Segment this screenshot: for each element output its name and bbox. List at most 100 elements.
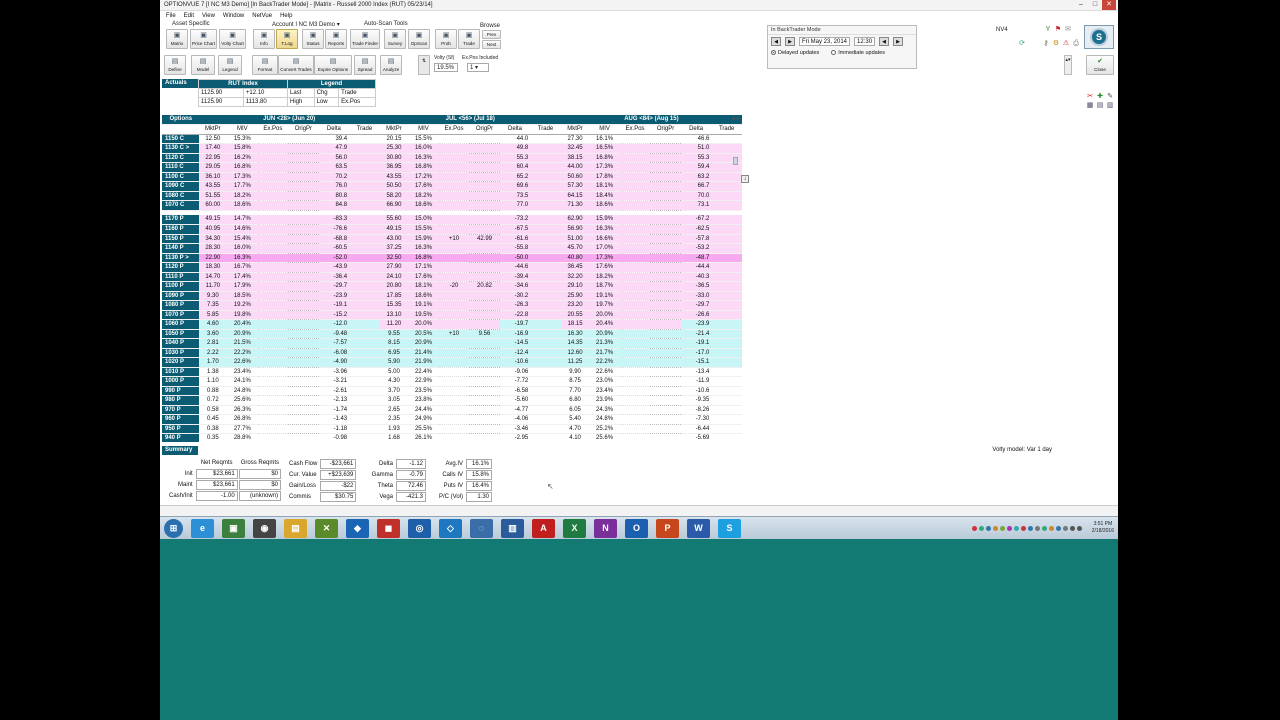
cell-trade[interactable] xyxy=(711,386,742,396)
info-button[interactable]: ▣ Info xyxy=(253,29,275,49)
cell-trade[interactable] xyxy=(530,172,561,182)
cell-trade[interactable] xyxy=(349,162,380,173)
table-row[interactable]: 970 P 0.58 26.3% -1.74 2.65 24.4% -4.77 6.05 24.… xyxy=(162,405,742,415)
expos-select[interactable]: 1 ▾ xyxy=(467,63,489,72)
strike-label[interactable]: 950 P xyxy=(162,424,199,434)
strike-label[interactable]: 1150 C xyxy=(162,134,199,144)
table-row[interactable]: 1110 P 14.70 17.4% -36.4 24.10 17.6% -39.4 32.2… xyxy=(162,272,742,282)
cell-trade[interactable] xyxy=(711,348,742,358)
tool-icon[interactable]: ▥ xyxy=(1106,102,1114,110)
cell-trade[interactable] xyxy=(530,143,561,154)
strike-label[interactable]: 1010 P xyxy=(162,367,199,377)
cell-trade[interactable] xyxy=(349,300,380,311)
strike-label[interactable]: 1020 P xyxy=(162,357,199,368)
cell-trade[interactable] xyxy=(711,376,742,387)
cell-trade[interactable] xyxy=(349,329,380,339)
alert-icon[interactable]: ⚠ xyxy=(1062,40,1070,48)
account-selector[interactable]: Account I NC M3 Demo ▾ xyxy=(272,21,340,28)
tray-icon[interactable] xyxy=(1048,525,1054,531)
status-button[interactable]: ▣ Status xyxy=(302,29,324,49)
strike-label[interactable]: 1070 C xyxy=(162,200,199,211)
tray-icon[interactable] xyxy=(1020,525,1026,531)
cell-trade[interactable] xyxy=(349,376,380,387)
cell-trade[interactable] xyxy=(530,367,561,377)
tray-icon[interactable] xyxy=(1013,525,1019,531)
next-button[interactable]: Next xyxy=(482,40,501,49)
cell-trade[interactable] xyxy=(349,243,380,254)
cell-trade[interactable] xyxy=(711,310,742,320)
tray-icon[interactable] xyxy=(992,525,998,531)
table-row[interactable]: 1070 P 5.85 19.8% -15.2 13.10 19.5% -22.8 20.55… xyxy=(162,310,742,320)
tray-icon[interactable] xyxy=(1062,525,1068,531)
cell-trade[interactable] xyxy=(349,348,380,358)
cell-trade[interactable] xyxy=(349,172,380,182)
cell-trade[interactable] xyxy=(530,338,561,349)
onenote-icon[interactable]: N xyxy=(594,518,617,538)
menu-view[interactable]: View xyxy=(202,13,215,19)
options-tab[interactable]: Options xyxy=(162,115,199,125)
menu-netvue[interactable]: NetVue xyxy=(252,13,272,19)
table-row[interactable]: 1100 C 36.10 17.3% 70.2 43.55 17.2% 65.2 50.60 1… xyxy=(162,172,742,182)
cell-trade[interactable] xyxy=(530,272,561,282)
table-row[interactable]: 1100 P 11.70 17.9% -29.7 20.80 18.1% -20 20.82-… xyxy=(162,281,742,292)
tray-icon[interactable] xyxy=(971,525,977,531)
app-icon[interactable]: ◼ xyxy=(377,518,400,538)
cell-trade[interactable] xyxy=(349,143,380,154)
cell-trade[interactable] xyxy=(711,143,742,154)
table-row[interactable]: 980 P 0.72 25.6% -2.13 3.05 23.8% -5.60 6.80 23.… xyxy=(162,395,742,406)
cell-trade[interactable] xyxy=(349,319,380,330)
volty-chart-button[interactable]: ▣ Volty Chart xyxy=(219,29,246,49)
strike-label[interactable]: 1100 C xyxy=(162,172,199,182)
cell-trade[interactable] xyxy=(711,395,742,406)
table-row[interactable]: 1020 P 1.70 22.6% -4.90 5.90 21.9% -10.6 11.25 2… xyxy=(162,357,742,368)
strike-label[interactable]: 1110 P xyxy=(162,272,199,282)
app-icon[interactable]: ✕ xyxy=(315,518,338,538)
scrollbar-thumb[interactable] xyxy=(733,157,738,165)
cell-trade[interactable] xyxy=(530,243,561,254)
strike-label[interactable]: 970 P xyxy=(162,405,199,415)
strike-label[interactable]: 1170 P xyxy=(162,215,199,225)
strike-label[interactable]: 1100 P xyxy=(162,281,199,292)
tool-icon[interactable]: ▦ xyxy=(1086,102,1094,110)
cell-trade[interactable] xyxy=(349,153,380,163)
format-button[interactable]: ▤ Format xyxy=(252,55,278,75)
strike-label[interactable]: 1090 C xyxy=(162,181,199,192)
table-row[interactable]: 960 P 0.45 26.8% -1.43 2.35 24.9% -4.06 5.40 24.… xyxy=(162,414,742,425)
tool-icon[interactable]: ✚ xyxy=(1096,93,1104,101)
spread-button[interactable]: ▤ Spread xyxy=(354,55,376,75)
cell-trade[interactable] xyxy=(530,215,561,225)
table-row[interactable]: 1000 P 1.10 24.1% -3.21 4.30 22.9% -7.72 8.75 23… xyxy=(162,376,742,387)
cell-trade[interactable] xyxy=(530,191,561,201)
cell-trade[interactable] xyxy=(711,357,742,368)
date-back-icon[interactable]: ◀ xyxy=(771,37,781,46)
mail-icon[interactable]: ✉ xyxy=(1064,26,1072,34)
cell-trade[interactable] xyxy=(530,433,561,442)
table-row[interactable]: 950 P 0.38 27.7% -1.18 1.93 25.5% -3.46 4.70 25.… xyxy=(162,424,742,434)
network-icon[interactable] xyxy=(1076,525,1082,531)
cell-trade[interactable] xyxy=(349,281,380,292)
cell-trade[interactable] xyxy=(349,367,380,377)
strike-label[interactable]: 1130 C > xyxy=(162,143,199,154)
cell-trade[interactable] xyxy=(711,272,742,282)
scroll-arrows-icon[interactable]: ▴▾ xyxy=(1064,55,1072,75)
cell-trade[interactable] xyxy=(349,424,380,434)
tool-icon[interactable]: ✎ xyxy=(1106,93,1114,101)
cell-trade[interactable] xyxy=(711,300,742,311)
menu-file[interactable]: File xyxy=(166,13,176,19)
cell-trade[interactable] xyxy=(349,414,380,425)
table-row[interactable]: 1080 P 7.35 19.2% -19.1 15.35 19.1% -26.3 23.20… xyxy=(162,300,742,311)
speaker-icon[interactable] xyxy=(1069,525,1075,531)
table-row[interactable]: 1140 P 28.30 16.0% -60.5 37.25 16.3% -55.8 45.7… xyxy=(162,243,742,254)
strike-label[interactable]: 960 P xyxy=(162,414,199,425)
word-icon[interactable]: W xyxy=(687,518,710,538)
cell-trade[interactable] xyxy=(530,414,561,425)
define-button[interactable]: ▤ Define xyxy=(164,55,186,75)
table-row[interactable]: 1090 P 9.30 18.5% -23.9 17.85 18.6% -30.2 25.90… xyxy=(162,291,742,301)
cell-trade[interactable] xyxy=(349,386,380,396)
t-log-button[interactable]: ▣ T.Log xyxy=(276,29,298,49)
strike-label[interactable]: 1040 P xyxy=(162,338,199,349)
expand-icon[interactable]: ↓ xyxy=(741,175,749,183)
strike-label[interactable]: 1080 P xyxy=(162,300,199,311)
cell-trade[interactable] xyxy=(530,329,561,339)
volty-input[interactable]: 19.5% xyxy=(434,63,458,72)
